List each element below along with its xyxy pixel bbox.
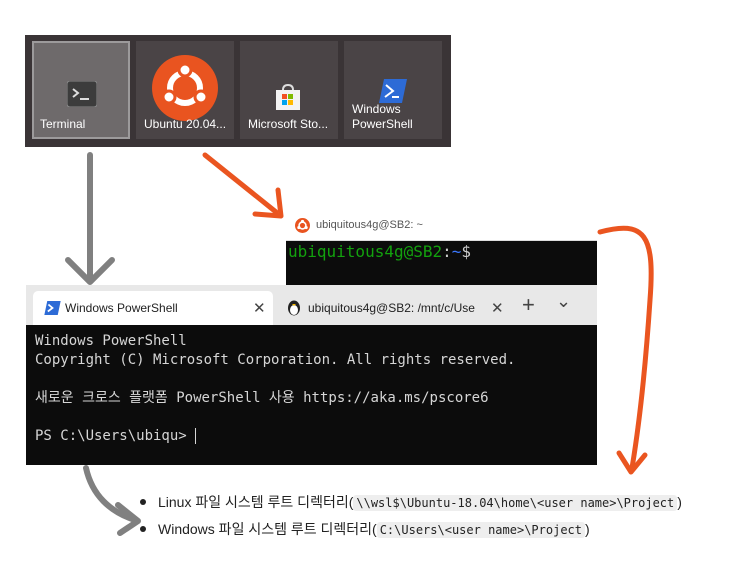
list-item: Windows 파일 시스템 루트 디렉터리(C:\Users\<user na… — [140, 519, 590, 539]
annotation-arrows — [65, 152, 654, 536]
code-path: C:\Users\<user name>\Project — [376, 522, 585, 538]
bullet-icon — [140, 499, 146, 506]
code-path: \\wsl$\Ubuntu-18.04\home\<user name>\Pro… — [353, 495, 678, 511]
bullet-icon — [140, 526, 146, 533]
list-item: Linux 파일 시스템 루트 디렉터리(\\wsl$\Ubuntu-18.04… — [140, 492, 682, 512]
